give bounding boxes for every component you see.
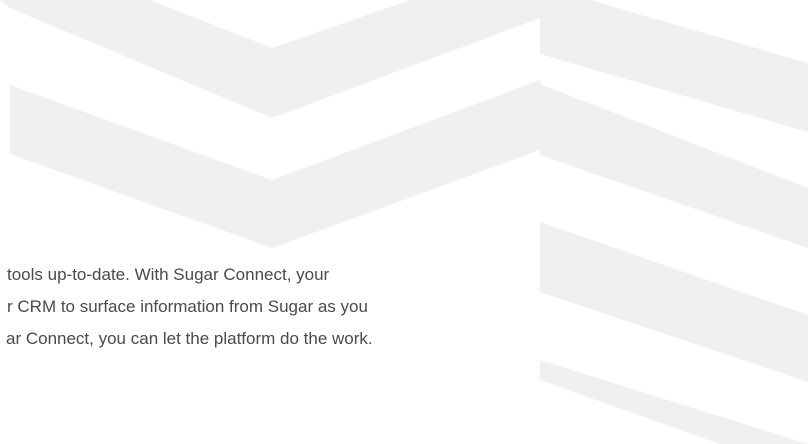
- description-paragraph: tools up-to-date. With Sugar Connect, yo…: [0, 259, 620, 355]
- paragraph-line-3: ar Connect, you can let the platform do …: [6, 329, 373, 348]
- chevron-background-pattern: [0, 0, 808, 444]
- right-stripe-4: [540, 360, 808, 444]
- chevron-stripe-top: [0, 0, 540, 118]
- page: tools up-to-date. With Sugar Connect, yo…: [0, 0, 808, 444]
- paragraph-line-2: r CRM to surface information from Sugar …: [7, 297, 368, 316]
- paragraph-line-1: tools up-to-date. With Sugar Connect, yo…: [7, 265, 330, 284]
